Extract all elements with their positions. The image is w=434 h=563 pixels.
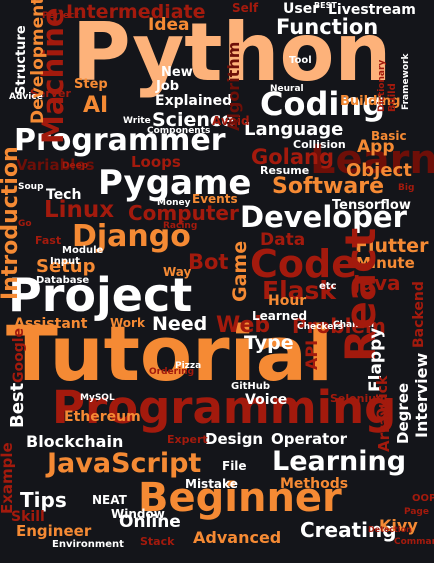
word: Ordering bbox=[149, 367, 195, 377]
word: Self bbox=[232, 1, 259, 15]
word: Function bbox=[276, 15, 379, 39]
word: Big bbox=[398, 183, 415, 193]
word: Design bbox=[205, 430, 264, 448]
word: Interview bbox=[412, 352, 431, 438]
word: Voice bbox=[245, 392, 288, 408]
word: Expert bbox=[167, 433, 208, 446]
word: Page bbox=[404, 507, 429, 517]
word: Events bbox=[192, 192, 238, 206]
word: Tech bbox=[46, 187, 82, 203]
word: Livestream bbox=[328, 2, 416, 18]
word: Need bbox=[152, 313, 208, 335]
word: Work bbox=[110, 316, 145, 330]
word: Environment bbox=[52, 539, 124, 550]
word: Detection bbox=[368, 525, 412, 534]
word: Step bbox=[74, 77, 108, 92]
word: MySQL bbox=[80, 393, 115, 403]
word: Best bbox=[7, 382, 28, 428]
word: Module bbox=[62, 245, 104, 256]
word: Loops bbox=[131, 153, 181, 171]
word: BEST bbox=[314, 1, 337, 10]
word: Blockchain bbox=[26, 432, 124, 451]
word: API bbox=[302, 339, 321, 370]
word: Development bbox=[28, 0, 48, 124]
word: Learning bbox=[272, 446, 407, 477]
word: AI bbox=[83, 93, 109, 118]
word: Way bbox=[163, 265, 192, 279]
word: Window bbox=[111, 507, 165, 521]
word: Collision bbox=[293, 138, 346, 151]
word: Database bbox=[36, 275, 90, 286]
word: Tensorflow bbox=[332, 198, 411, 213]
word: Explained bbox=[155, 93, 233, 109]
word-cloud: Tutorial Python Programming Project Begi… bbox=[0, 0, 434, 563]
word: Fast bbox=[35, 234, 62, 247]
word: Idea bbox=[148, 15, 190, 35]
word: Build bbox=[387, 83, 398, 112]
word: Bot bbox=[188, 250, 229, 274]
word: Skill bbox=[11, 509, 45, 525]
word: Methods bbox=[280, 476, 349, 492]
word: Mistake bbox=[185, 477, 238, 491]
word: Components bbox=[147, 126, 211, 136]
word: Game bbox=[229, 240, 251, 302]
word: Dictionary bbox=[377, 59, 387, 112]
word: Google bbox=[11, 327, 27, 383]
word: Neural bbox=[270, 84, 304, 94]
word: Learned bbox=[252, 309, 308, 323]
word: Resume bbox=[260, 164, 310, 177]
word: Tool bbox=[289, 55, 312, 66]
word: Tips bbox=[20, 488, 67, 512]
word: Deep bbox=[62, 161, 89, 171]
word: Engineer bbox=[16, 522, 92, 540]
word: Data bbox=[260, 230, 306, 250]
word: Object bbox=[346, 160, 412, 181]
word: Degree bbox=[394, 382, 412, 444]
word: Algorithm bbox=[224, 41, 243, 131]
word: Job bbox=[156, 79, 180, 94]
word: New bbox=[161, 65, 193, 80]
word: Write bbox=[123, 116, 151, 126]
word: Money bbox=[157, 198, 191, 208]
word: GitHub bbox=[231, 381, 271, 392]
word: Racing bbox=[163, 221, 198, 231]
word: OOP bbox=[412, 493, 434, 504]
word: Structure bbox=[14, 25, 29, 95]
word: JavaScript bbox=[47, 448, 202, 479]
word: Example bbox=[0, 442, 16, 514]
word: etc bbox=[319, 281, 337, 292]
word: Command bbox=[394, 537, 434, 547]
word: Basic bbox=[371, 129, 407, 143]
word: Hour bbox=[268, 293, 307, 309]
word: Advanced bbox=[193, 528, 282, 547]
word: File bbox=[222, 459, 247, 473]
word: Introduction bbox=[0, 146, 23, 300]
word: Type bbox=[244, 332, 294, 354]
word: Language bbox=[244, 119, 344, 140]
word: Ethereum bbox=[64, 409, 141, 425]
word: NEAT bbox=[92, 493, 127, 507]
word: Array bbox=[375, 406, 393, 452]
word: Backend bbox=[411, 281, 427, 348]
word: Operator bbox=[271, 430, 348, 448]
word: Stack bbox=[140, 535, 175, 548]
word: Framework bbox=[401, 53, 411, 111]
word: Input bbox=[50, 256, 80, 267]
